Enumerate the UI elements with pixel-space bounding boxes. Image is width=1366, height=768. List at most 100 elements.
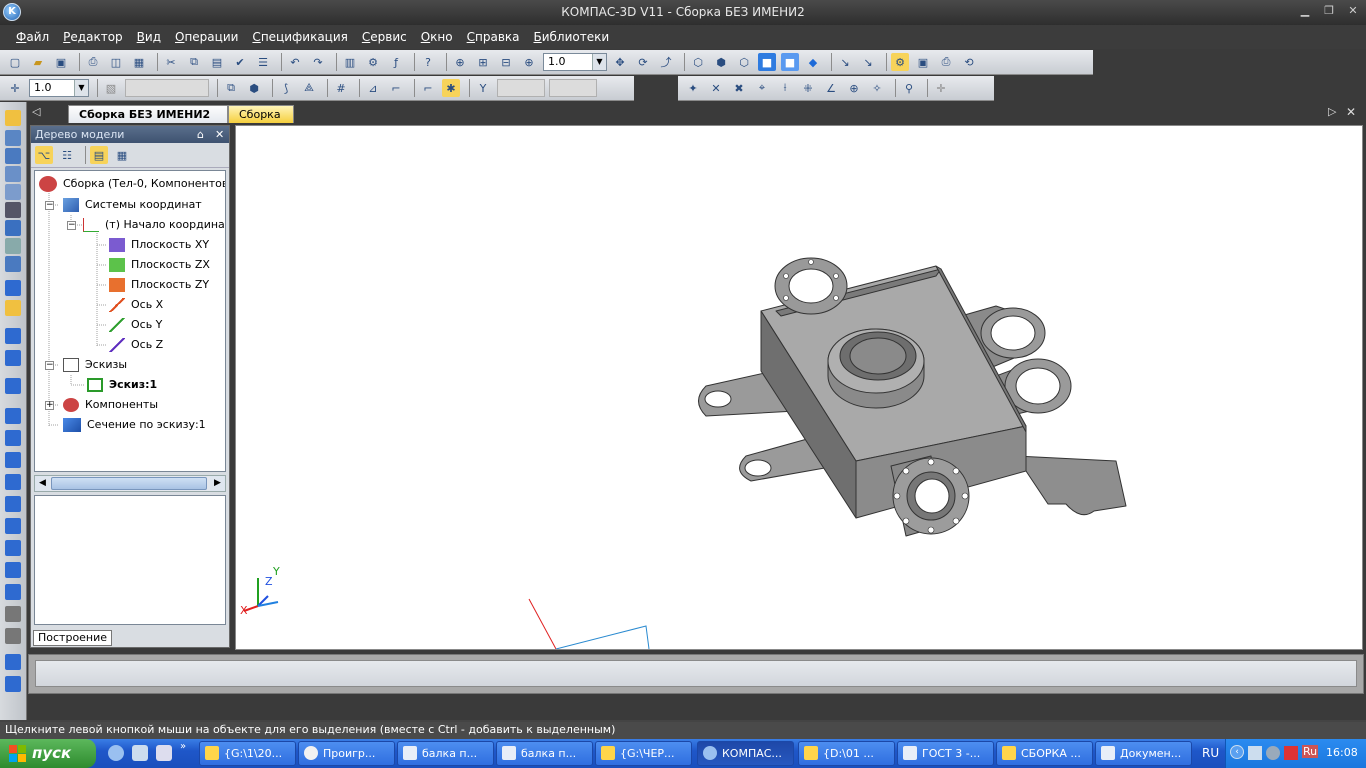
tray-language-label[interactable]: Ru — [1302, 745, 1319, 758]
manager-icon[interactable]: ▥ — [341, 53, 359, 71]
menu-window[interactable]: Окно — [421, 30, 453, 44]
snap-intersection-icon[interactable]: ✖ — [730, 79, 748, 97]
step-mode-icon[interactable]: ⌐ — [419, 79, 437, 97]
tray-antivirus-icon[interactable] — [1284, 746, 1298, 760]
zoom-in-icon[interactable]: ⊞ — [474, 53, 492, 71]
tree-item-assembly[interactable]: Сборка (Тел-0, Компонентов-1) — [39, 175, 225, 193]
coordinates-icon[interactable]: Y — [474, 79, 492, 97]
scrollbar-thumb[interactable] — [51, 477, 207, 490]
variables-icon[interactable]: ƒ — [387, 53, 405, 71]
task-button[interactable]: Докумен... — [1095, 741, 1192, 766]
tree-item-coord-systems[interactable]: Системы координат — [63, 196, 202, 214]
collapse-icon[interactable]: − — [67, 221, 76, 230]
tab-scroll-right-icon[interactable]: ▷ — [1328, 105, 1336, 118]
tab-assembly[interactable]: Сборка — [228, 105, 294, 123]
spec-icon[interactable] — [5, 238, 21, 254]
save-icon[interactable]: ▣ — [52, 53, 70, 71]
mates-icon[interactable] — [5, 300, 21, 316]
close-icon[interactable]: ✕ — [1346, 4, 1360, 18]
chevron-down-icon[interactable]: ▼ — [592, 54, 606, 70]
menu-operations[interactable]: Операции — [175, 30, 238, 44]
sketch-icon[interactable]: ⧉ — [222, 79, 240, 97]
menu-libraries[interactable]: Библиотеки — [534, 30, 610, 44]
print-setup-icon[interactable]: ▦ — [130, 53, 148, 71]
task-button[interactable]: балка п... — [496, 741, 593, 766]
extrude-icon[interactable] — [5, 408, 21, 424]
tree-item-section[interactable]: Сечение по эскизу:1 — [63, 416, 206, 434]
snap-toggle-icon[interactable]: ✱ — [442, 79, 460, 97]
thread-icon[interactable] — [5, 654, 21, 670]
pan-icon[interactable]: ✥ — [611, 53, 629, 71]
tree-item-axis-x[interactable]: Ось X — [109, 296, 163, 314]
snap-midpoint-icon[interactable]: ✧ — [868, 79, 886, 97]
sweep-icon[interactable] — [5, 452, 21, 468]
tree-item-plane-zy[interactable]: Плоскость ZY — [109, 276, 209, 294]
shaded-icon[interactable]: ■ — [758, 53, 776, 71]
edit-part-icon[interactable]: ⬢ — [245, 79, 263, 97]
snap-nearest-icon[interactable]: ✕ — [707, 79, 725, 97]
task-button[interactable]: Проигр... — [298, 741, 395, 766]
tree-item-components[interactable]: Компоненты — [63, 396, 158, 414]
local-cs-icon[interactable]: ⊿ — [364, 79, 382, 97]
hidden-thin-icon[interactable]: ⬡ — [735, 53, 753, 71]
show-tree-icon[interactable]: ▤ — [90, 146, 108, 164]
select-filter-icon[interactable]: ↘ — [836, 53, 854, 71]
tray-expand-icon[interactable]: ‹ — [1230, 745, 1244, 759]
quicklaunch-more-icon[interactable]: » — [180, 741, 186, 752]
fillet-icon[interactable] — [5, 518, 21, 534]
quicklaunch-doc-icon[interactable] — [156, 745, 172, 761]
rotate-component-icon[interactable] — [5, 350, 21, 366]
mirror-icon[interactable] — [5, 628, 21, 644]
model-tree-icon[interactable]: ⚙ — [891, 53, 909, 71]
tree-item-sketches[interactable]: Эскизы — [63, 356, 127, 374]
snap-angle-icon[interactable]: ∠ — [822, 79, 840, 97]
tree-horizontal-scrollbar[interactable]: ◀ ▶ — [34, 475, 226, 492]
measure-icon[interactable]: ⟆ — [277, 79, 295, 97]
grid-icon[interactable]: # — [332, 79, 350, 97]
start-button[interactable]: пуск — [0, 739, 96, 768]
tree-structure-icon[interactable]: ⌥ — [35, 146, 53, 164]
redo-icon[interactable]: ↷ — [309, 53, 327, 71]
menu-specification[interactable]: Спецификация — [252, 30, 347, 44]
pin-icon[interactable]: ⌂ — [197, 126, 204, 143]
list-icon[interactable]: ☰ — [254, 53, 272, 71]
close-panel-icon[interactable]: ✕ — [215, 126, 224, 143]
snap-grid-icon[interactable]: ⁜ — [799, 79, 817, 97]
components-icon[interactable] — [5, 280, 21, 296]
tray-network-icon[interactable] — [1248, 746, 1262, 760]
quicklaunch-desktop-icon[interactable] — [132, 745, 148, 761]
step-input[interactable]: 1.0 ▼ — [29, 79, 89, 97]
snap-point-icon[interactable]: ✦ — [684, 79, 702, 97]
diagnostics-icon[interactable] — [5, 220, 21, 236]
arrays-icon[interactable] — [5, 166, 21, 182]
task-button-active[interactable]: КОМПАС... — [697, 741, 794, 766]
task-button[interactable]: {D:\01 ... — [798, 741, 895, 766]
restore-icon[interactable]: ❐ — [1322, 4, 1336, 18]
filter-icon[interactable]: ⟁ — [300, 79, 318, 97]
tree-item-axis-y[interactable]: Ось Y — [109, 316, 162, 334]
snap-center-icon[interactable]: ⊕ — [845, 79, 863, 97]
collapse-icon[interactable]: − — [45, 201, 54, 210]
snap-menu-icon[interactable]: ✛ — [932, 79, 950, 97]
print-3d-icon[interactable]: ⎙ — [937, 53, 955, 71]
rib-icon[interactable] — [5, 584, 21, 600]
spatial-curves-icon[interactable] — [5, 130, 21, 146]
print-preview-icon[interactable]: ◫ — [107, 53, 125, 71]
section-icon[interactable] — [5, 606, 21, 622]
clock[interactable]: 16:08 — [1326, 746, 1358, 759]
open-icon[interactable]: ▰ — [29, 53, 47, 71]
undo-icon[interactable]: ↶ — [286, 53, 304, 71]
snap-settings-icon[interactable]: ⚲ — [900, 79, 918, 97]
menu-service[interactable]: Сервис — [362, 30, 407, 44]
snap-icon[interactable]: ✛ — [6, 79, 24, 97]
menu-view[interactable]: Вид — [137, 30, 161, 44]
ortho-icon[interactable]: ⌐ — [387, 79, 405, 97]
edit-assembly-icon[interactable] — [5, 110, 21, 126]
zoom-scale-icon[interactable]: ⊕ — [520, 53, 538, 71]
chevron-down-icon[interactable]: ▼ — [74, 80, 88, 96]
revolve-icon[interactable] — [5, 430, 21, 446]
collapse-icon[interactable]: − — [45, 361, 54, 370]
dimensions-icon[interactable] — [5, 202, 21, 218]
select-filter-2-icon[interactable]: ↘ — [859, 53, 877, 71]
tray-volume-icon[interactable] — [1266, 746, 1280, 760]
